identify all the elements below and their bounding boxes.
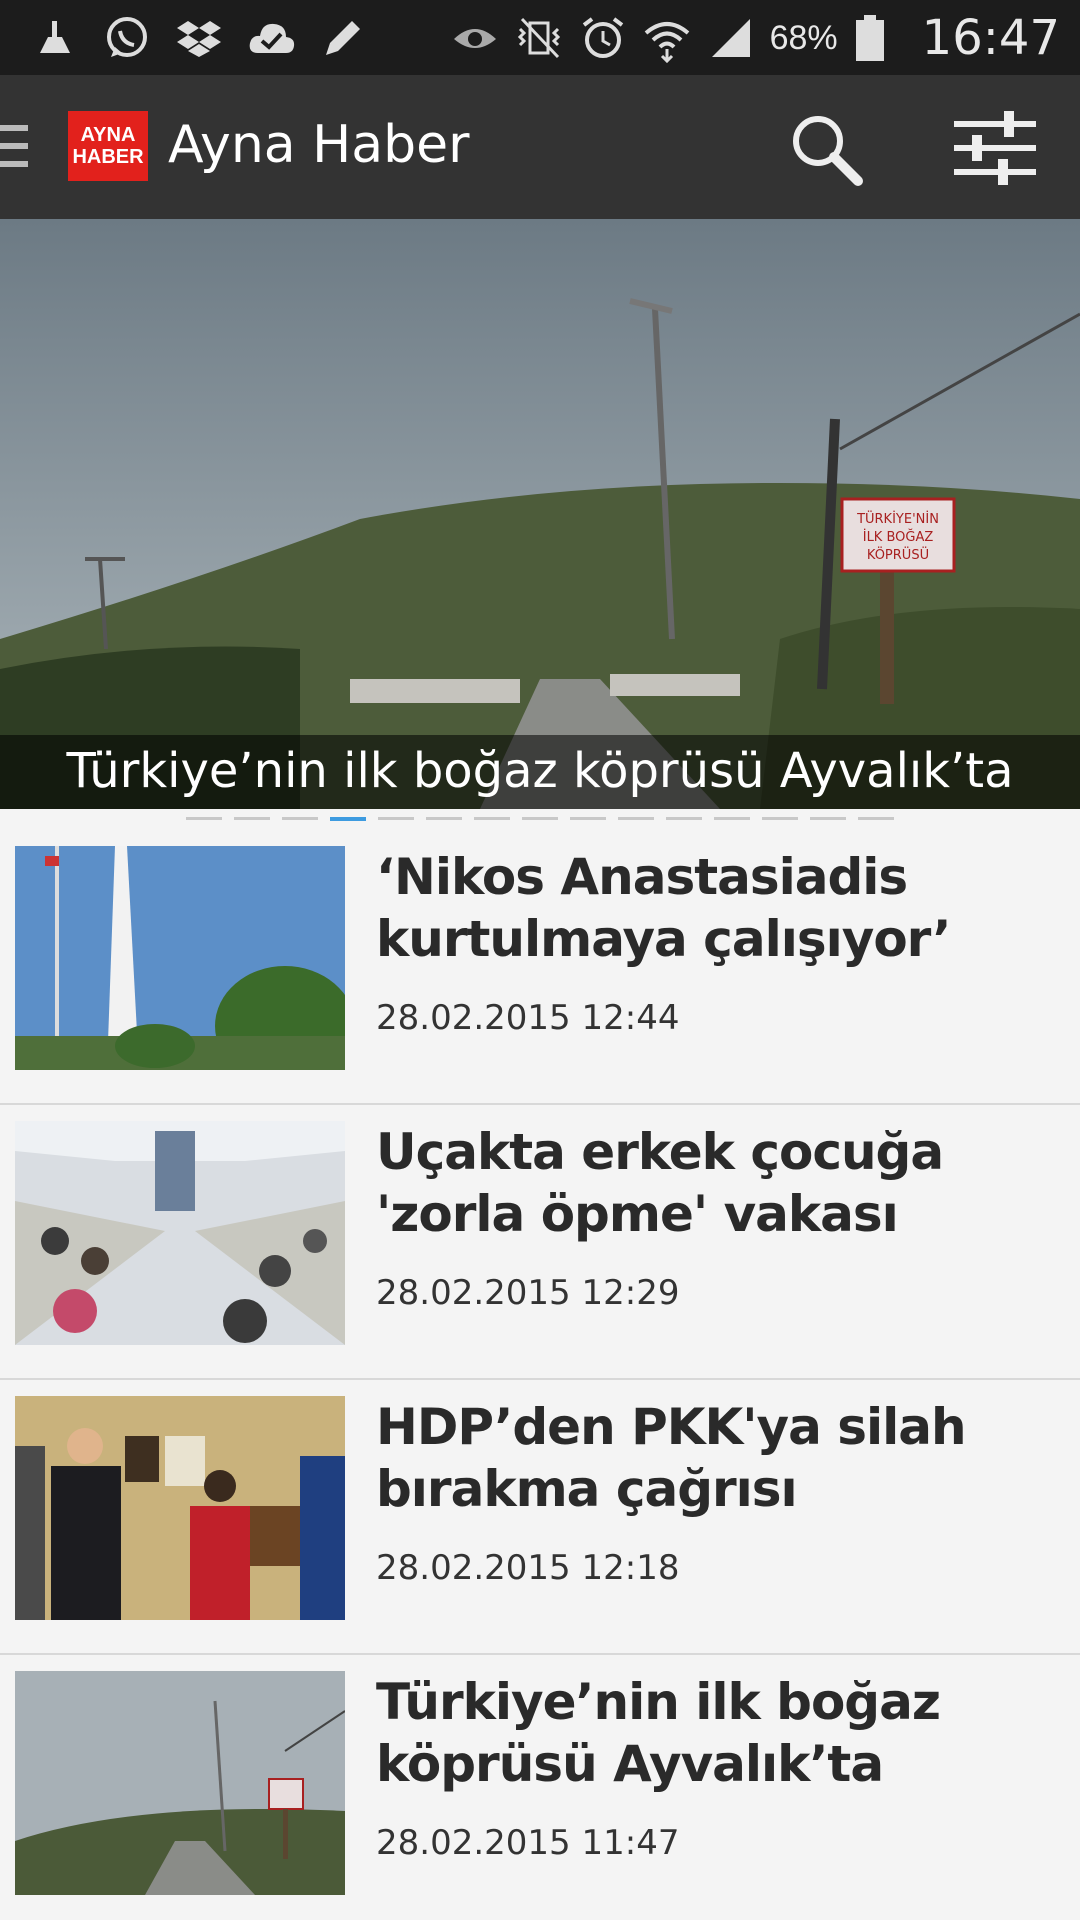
vibrate-off-icon bbox=[514, 13, 564, 63]
logo-line-1: AYNA bbox=[80, 124, 136, 146]
whatsapp-icon bbox=[102, 13, 152, 63]
pager-dot[interactable] bbox=[666, 817, 702, 820]
pager-dot[interactable] bbox=[618, 817, 654, 820]
pager-dot[interactable] bbox=[330, 817, 366, 821]
news-time-1: 28.02.2015 12:44 bbox=[376, 998, 680, 1038]
cloud-check-icon bbox=[246, 13, 296, 63]
battery-icon bbox=[852, 13, 888, 63]
news-thumb-2 bbox=[15, 1121, 345, 1345]
app-title: Ayna Haber bbox=[168, 115, 470, 175]
news-thumb-3 bbox=[15, 1396, 345, 1620]
news-item-4[interactable]: Türkiye’nin ilk boğaz köprüsü Ayvalık’ta… bbox=[0, 1655, 1080, 1920]
pen-icon bbox=[318, 13, 368, 63]
news-title-4: Türkiye’nin ilk boğaz köprüsü Ayvalık’ta bbox=[376, 1673, 941, 1793]
hero-caption[interactable]: Türkiye’nin ilk boğaz köprüsü Ayvalık’ta bbox=[0, 743, 1080, 799]
battery-percent: 68% bbox=[769, 18, 838, 57]
news-item-3[interactable]: HDP’den PKK'ya silah bırakma çağrısı 28.… bbox=[0, 1380, 1080, 1655]
pager-dot[interactable] bbox=[762, 817, 798, 820]
eye-icon bbox=[450, 13, 500, 63]
news-time-3: 28.02.2015 12:18 bbox=[376, 1548, 680, 1588]
drawer-icon[interactable] bbox=[0, 121, 30, 171]
sign-line-1: TÜRKİYE'NİN bbox=[856, 510, 939, 527]
wifi-icon bbox=[642, 13, 692, 64]
slider-pager bbox=[186, 817, 894, 823]
sign-line-2: İLK BOĞAZ bbox=[863, 529, 934, 545]
status-bar: 68% 16:47 bbox=[0, 0, 1080, 75]
pager-dot[interactable] bbox=[378, 817, 414, 820]
clock: 16:47 bbox=[921, 10, 1060, 66]
news-title-3: HDP’den PKK'ya silah bırakma çağrısı bbox=[376, 1398, 967, 1518]
pager-dot[interactable] bbox=[570, 817, 606, 820]
news-title-2: Uçakta erkek çocuğa 'zorla öpme' vakası bbox=[376, 1123, 944, 1243]
filter-icon[interactable] bbox=[952, 107, 1038, 187]
pager-dot[interactable] bbox=[810, 817, 846, 820]
pager-dot[interactable] bbox=[522, 817, 558, 820]
news-list: ‘Nikos Anastasiadis kurtulmaya çalışıyor… bbox=[0, 830, 1080, 1920]
hero-image: TÜRKİYE'NİN İLK BOĞAZ KÖPRÜSÜ bbox=[0, 219, 1080, 809]
news-time-4: 28.02.2015 11:47 bbox=[376, 1823, 680, 1863]
status-bar-right: 68% 16:47 bbox=[450, 8, 1060, 68]
search-icon[interactable] bbox=[788, 111, 864, 187]
signal-icon bbox=[706, 13, 756, 63]
app-logo[interactable]: AYNA HABER bbox=[68, 111, 148, 181]
news-thumb-1 bbox=[15, 846, 345, 1070]
pager-dot[interactable] bbox=[474, 817, 510, 820]
pager-dot[interactable] bbox=[186, 817, 222, 820]
logo-line-2: HABER bbox=[72, 146, 144, 168]
sign-line-3: KÖPRÜSÜ bbox=[867, 546, 929, 563]
news-title-1: ‘Nikos Anastasiadis kurtulmaya çalışıyor… bbox=[376, 848, 951, 968]
hero-slider[interactable]: TÜRKİYE'NİN İLK BOĞAZ KÖPRÜSÜ Türkiye’ni… bbox=[0, 219, 1080, 809]
pager-dot[interactable] bbox=[714, 817, 750, 820]
dropbox-icon bbox=[174, 13, 224, 63]
pager-dot[interactable] bbox=[282, 817, 318, 820]
status-bar-left bbox=[30, 10, 368, 65]
pager-dot[interactable] bbox=[426, 817, 462, 820]
pager-dot[interactable] bbox=[858, 817, 894, 820]
alarm-icon bbox=[578, 13, 628, 63]
pager-dot[interactable] bbox=[234, 817, 270, 820]
news-item-1[interactable]: ‘Nikos Anastasiadis kurtulmaya çalışıyor… bbox=[0, 830, 1080, 1105]
news-time-2: 28.02.2015 12:29 bbox=[376, 1273, 680, 1313]
app-bar: AYNA HABER Ayna Haber bbox=[0, 75, 1080, 219]
news-thumb-4 bbox=[15, 1671, 345, 1895]
cleaner-icon bbox=[30, 13, 80, 63]
news-item-2[interactable]: Uçakta erkek çocuğa 'zorla öpme' vakası … bbox=[0, 1105, 1080, 1380]
